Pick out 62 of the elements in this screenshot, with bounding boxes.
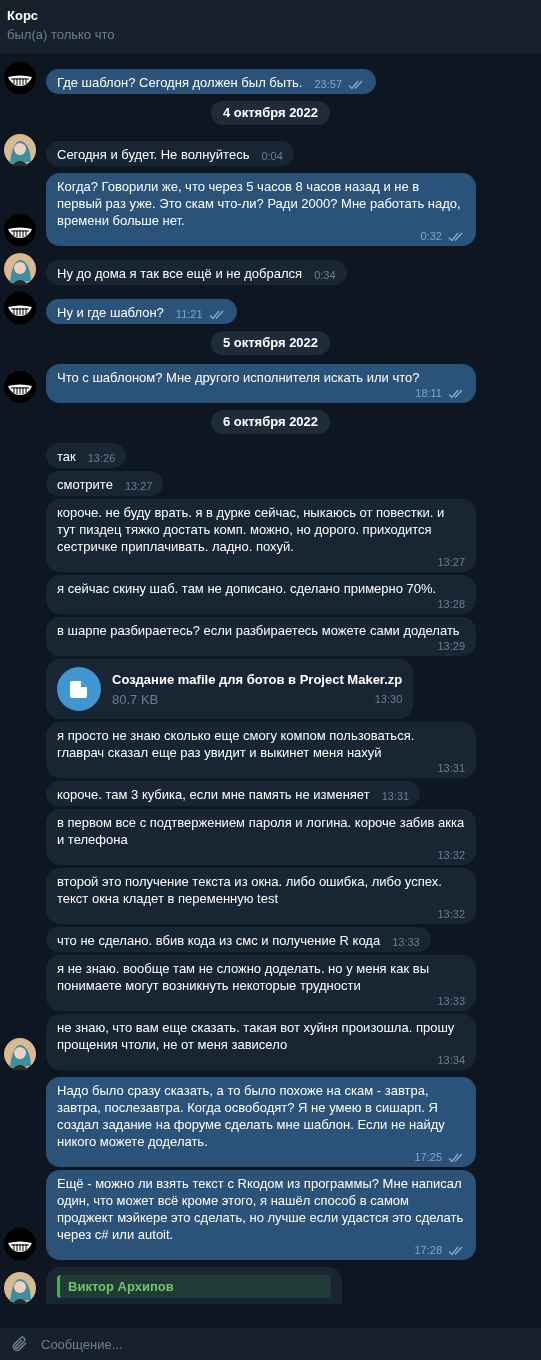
avatar[interactable] — [4, 292, 36, 324]
message-time: 13:28 — [437, 598, 465, 610]
chat-status: был(а) только что — [7, 26, 116, 44]
avatar[interactable] — [4, 134, 36, 166]
message-text: не знаю, что вам еще сказать. такая вот хуйня произошла. прошу прощения чтоли, не от меня зависело — [57, 1019, 456, 1053]
message-text: Ну до дома я так все ещё и не добрался — [57, 265, 303, 282]
message-time: 13:32 — [437, 849, 465, 861]
message-time: 13:33 — [392, 936, 420, 948]
message-time: 13:27 — [437, 556, 465, 568]
avatar[interactable] — [4, 371, 36, 403]
message-time: 13:30 — [374, 691, 403, 707]
message-time: 13:27 — [124, 480, 153, 492]
message-text: смотрите — [57, 476, 113, 493]
message-time: 0:34 — [314, 269, 336, 281]
message-text: Где шаблон? Сегодня должен был быть. — [57, 74, 303, 91]
message-text: Что с шаблоном? Мне другого исполнителя искать или что? — [57, 369, 420, 386]
message-time: 13:31 — [437, 762, 465, 774]
message-text: Ну и где шаблон? — [57, 304, 164, 321]
message-time: 11:21 — [175, 308, 203, 320]
reply-author: Виктор Архипов — [68, 1279, 174, 1294]
avatar[interactable] — [4, 214, 36, 246]
message-text: короче. не буду врать. я в дурке сейчас, ныкаюсь от повестки. и тут пиздец тяжко достать комп. можно, но дорого. приходится сестричке приплачивать. ладно. похуй. — [57, 504, 446, 555]
message-time: 13:31 — [381, 790, 410, 802]
file-icon[interactable] — [57, 667, 101, 711]
avatar[interactable] — [4, 253, 36, 285]
message-time: 13:33 — [437, 995, 465, 1007]
message-time: 13:29 — [437, 640, 465, 652]
message-time: 0:04 — [261, 150, 283, 162]
message-text: Надо было сразу сказать, а то было похоже на скам - завтра, завтра, послезавтра. Когда освободят? Я не умею в сишарп. Я создал задание на форуме сделать мне шаблон. Если не найду никого можете доделать. — [57, 1082, 446, 1150]
message-text: что не сделано. вбив кода из смс и получение R кода — [57, 932, 381, 949]
message-text: Когда? Говорили же, что через 5 часов 8 часов назад и не в первый раз уже. Это скам что-ли? Ради 2000? Мне работать надо, времени больше нет. — [57, 178, 462, 229]
message-text: я просто не знаю сколько еще смогу компом пользоваться. главрач сказал еще раз увидит и выкинет меня нахуй — [57, 727, 416, 761]
message-text: Ещё - можно ли взять текст с Rкодом из программы? Мне написал один, что может всё кроме этого, я нашёл способ в самом проджект мэйкере это сделать, но лучше если удастся это сделать через c# или autoit. — [57, 1175, 465, 1243]
date-pill: 6 октября 2022 — [210, 410, 331, 434]
message-text: так — [57, 448, 76, 465]
message-time: 0:32 — [420, 230, 442, 242]
paperclip-icon[interactable] — [10, 1335, 28, 1353]
message-time: 13:32 — [437, 908, 465, 920]
message-time: 13:26 — [87, 452, 116, 464]
date-pill: 4 октября 2022 — [210, 101, 331, 125]
message-text: второй это получение текста из окна. либо ошибка, либо успех. текст окна кладет в переменную test — [57, 873, 443, 907]
message-text: в первом все с подтвержением пароля и логина. короче забив акка и телефона — [57, 814, 465, 848]
message-text: я не знаю. вообще там не сложно доделать. но у меня как вы понимаете могут возникнуть некоторые трудности — [57, 960, 430, 994]
message-text: короче. там 3 кубика, если мне память не изменяет — [57, 786, 370, 803]
message-time: 17:25 — [414, 1151, 442, 1163]
date-pill: 5 октября 2022 — [210, 331, 331, 355]
file-size: 80.7 KB — [112, 690, 159, 708]
message-time: 17:28 — [414, 1244, 442, 1256]
message-text: Сегодня и будет. Не волнуйтесь — [57, 146, 250, 163]
avatar[interactable] — [4, 62, 36, 94]
avatar[interactable] — [4, 1272, 36, 1304]
file-name[interactable]: Создание mafile для ботов в Project Maker.zp — [112, 670, 403, 688]
message-text: я сейчас скину шаб. там не дописано. сделано примерно 70%. — [57, 580, 437, 597]
message-time: 13:34 — [437, 1054, 465, 1066]
message-time: 23:57 — [314, 78, 342, 90]
message-time: 18:11 — [415, 387, 442, 399]
message-text: в шарпе разбираетесь? если разбираетесь можете сами доделать — [57, 622, 460, 639]
reply-quote[interactable]: Виктор Архипов — [57, 1275, 331, 1298]
avatar[interactable] — [4, 1038, 36, 1070]
chat-title: Корс — [7, 7, 40, 25]
message-input[interactable]: Сообщение... — [41, 1328, 541, 1360]
avatar[interactable] — [4, 1228, 36, 1260]
